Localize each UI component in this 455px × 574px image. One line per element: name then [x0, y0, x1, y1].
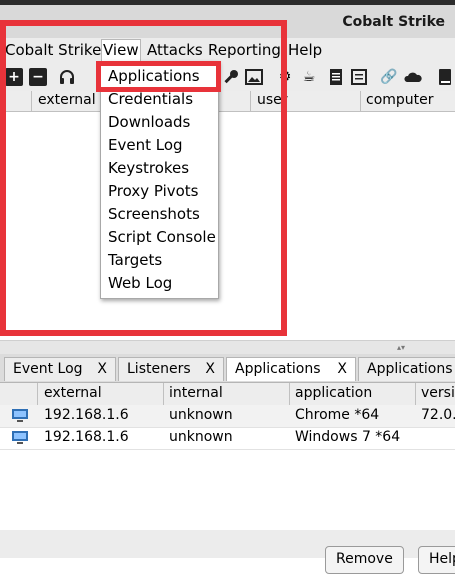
title-bar-strip [0, 0, 455, 5]
highlight-box-applications [96, 61, 221, 92]
column-divider [415, 383, 416, 405]
tab-applications[interactable]: Applications [358, 357, 455, 381]
tab-label: Listeners [127, 361, 191, 377]
cell-application: Windows 7 *64 [295, 429, 401, 445]
splitter-grip-icon[interactable]: ▴▾ [397, 343, 405, 352]
applications-table-header: external internal application versi [0, 383, 455, 406]
close-icon[interactable]: X [337, 358, 347, 380]
cell-version: 72.0. [421, 407, 455, 423]
tab-label: Applications [235, 361, 321, 377]
button-area: Remove Help [0, 530, 455, 574]
book-icon[interactable] [436, 68, 454, 86]
tab-applications-active[interactable]: Applications X [226, 357, 356, 381]
computer-icon [12, 409, 28, 423]
column-divider [289, 383, 290, 405]
cell-internal: unknown [169, 407, 233, 423]
column-divider [360, 91, 361, 111]
cell-external: 192.168.1.6 [44, 429, 129, 445]
coffee-icon[interactable]: ☕ [300, 68, 318, 86]
column-divider [163, 383, 164, 405]
menu-help[interactable]: Help [288, 41, 322, 59]
document-icon[interactable] [327, 68, 345, 86]
column-header-version[interactable]: versi [421, 385, 455, 401]
column-header-internal[interactable]: internal [169, 385, 223, 401]
window-title: Cobalt Strike [342, 14, 445, 30]
tab-bar: Event Log X Listeners X Applications X A… [0, 354, 455, 383]
link-icon[interactable]: 🔗 [380, 68, 398, 86]
column-header-computer[interactable]: computer [366, 92, 434, 108]
remove-button[interactable]: Remove [325, 546, 404, 574]
computer-icon [12, 431, 28, 445]
notes-icon[interactable] [350, 68, 368, 86]
cell-external: 192.168.1.6 [44, 407, 129, 423]
close-icon[interactable]: X [205, 358, 215, 380]
column-header-external[interactable]: external [44, 385, 102, 401]
help-button[interactable]: Help [418, 546, 455, 574]
cell-application: Chrome *64 [295, 407, 380, 423]
cell-internal: unknown [169, 429, 233, 445]
column-header-application[interactable]: application [295, 385, 372, 401]
column-divider [37, 383, 38, 405]
table-row[interactable]: 192.168.1.6 unknown Chrome *64 72.0. [0, 405, 455, 428]
tab-listeners[interactable]: Listeners X [118, 357, 224, 381]
tab-label: Applications [367, 361, 453, 377]
close-icon[interactable]: X [97, 358, 107, 380]
table-row[interactable]: 192.168.1.6 unknown Windows 7 *64 [0, 427, 455, 450]
cloud-icon[interactable] [404, 68, 422, 86]
tab-label: Event Log [13, 361, 83, 377]
tab-event-log[interactable]: Event Log X [4, 357, 116, 381]
